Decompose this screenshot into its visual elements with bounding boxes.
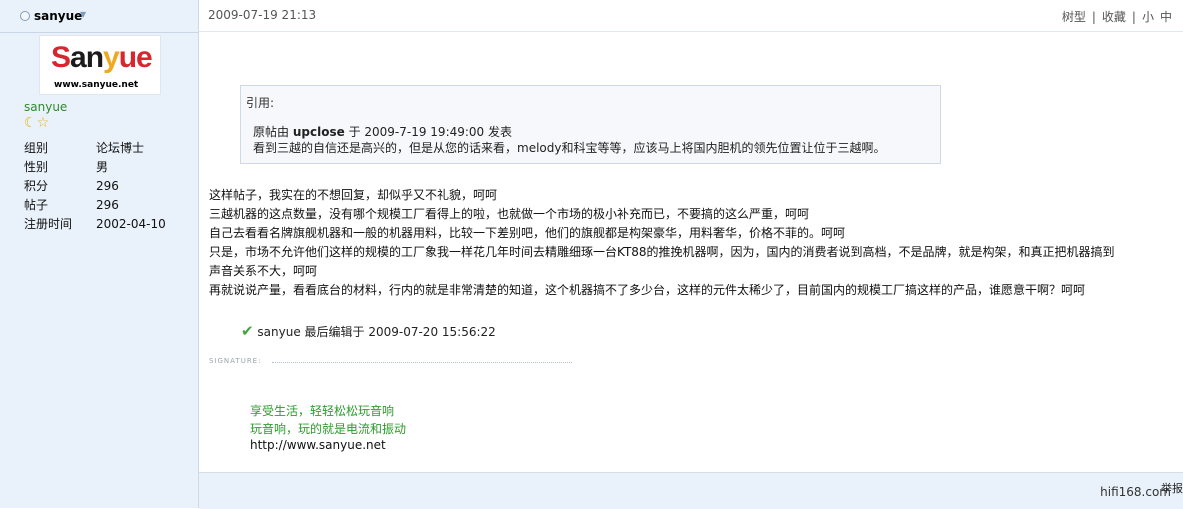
- thread-view-link[interactable]: 树型: [1059, 10, 1089, 24]
- profile-row: 性别 男: [24, 157, 194, 176]
- profile-key: 组别: [24, 141, 49, 155]
- post-paragraph: 再就说说产量，看看底台的材料，行内的就是非常清楚的知道，这个机器搞不了多少台，这…: [209, 283, 1086, 297]
- caret-down-icon[interactable]: ▼: [80, 10, 86, 19]
- quote-suffix: 于 2009-7-19 19:49:00 发表: [348, 125, 513, 139]
- separator: |: [1091, 10, 1096, 24]
- quote-user[interactable]: upclose: [293, 125, 345, 139]
- online-status-icon: [20, 11, 30, 21]
- author-bar: sanyue ▼: [0, 0, 199, 33]
- quote-prefix: 原帖由: [253, 125, 290, 139]
- profile-key: 积分: [24, 179, 49, 193]
- quote-block: 引用: 原帖由 upclose 于 2009-7-19 19:49:00 发表 …: [240, 85, 941, 164]
- post-actions: 树型 | 收藏 | 小中: [1059, 8, 1175, 25]
- favorite-link[interactable]: 收藏: [1099, 10, 1129, 24]
- author-name[interactable]: sanyue: [34, 9, 82, 23]
- edit-note: ✔ sanyue 最后编辑于 2009-07-20 15:56:22: [241, 322, 496, 340]
- profile-value: 男: [96, 160, 109, 174]
- rank-icons: ☾☆: [24, 115, 49, 131]
- post-footer: [199, 472, 1183, 509]
- profile-value: 论坛博士: [96, 141, 145, 155]
- profile-key: 帖子: [24, 198, 49, 212]
- profile-table: 组别 论坛博士 性别 男 积分 296 帖子 296 注册时间 2002-04-…: [24, 138, 194, 233]
- signature-line: 享受生活，轻轻松松玩音响: [250, 404, 395, 418]
- profile-row: 积分 296: [24, 176, 194, 195]
- profile-key: 性别: [24, 160, 49, 174]
- profile-row: 注册时间 2002-04-10: [24, 214, 194, 233]
- signature-link[interactable]: http://www.sanyue.net: [250, 438, 386, 452]
- profile-row: 组别 论坛博士: [24, 138, 194, 157]
- post-date: 2009-07-19 21:13: [208, 8, 317, 22]
- avatar: Sanyue www.sanyue.net: [39, 35, 161, 95]
- profile-value: 296: [96, 178, 119, 193]
- avatar-url: www.sanyue.net: [54, 80, 139, 90]
- rank-star-icon: ☆: [36, 115, 50, 131]
- author-sidebar: sanyue ▼ Sanyue www.sanyue.net sanyue ☾☆…: [0, 0, 199, 508]
- post-paragraph: 只是，市场不允许他们这样的规模的工厂象我一样花几年时间去精雕细琢一台KT88的推…: [209, 245, 1115, 259]
- quote-text: 看到三越的自信还是高兴的，但是从您的话来看，melody和科宝等等，应该马上将国…: [253, 141, 886, 155]
- edit-note-text: sanyue 最后编辑于 2009-07-20 15:56:22: [257, 325, 496, 339]
- signature-divider: [272, 362, 572, 363]
- quote-header: 原帖由 upclose 于 2009-7-19 19:49:00 发表: [253, 123, 512, 140]
- post-paragraph: 声音关系不大，呵呵: [209, 264, 318, 278]
- watermark: hifi168.com: [1100, 485, 1171, 499]
- separator: |: [1131, 10, 1136, 24]
- font-small-link[interactable]: 小: [1139, 10, 1157, 24]
- profile-value: 2002-04-10: [96, 216, 166, 231]
- signature-line: 玩音响，玩的就是电流和振动: [250, 422, 407, 436]
- signature-label: SIGNATURE:: [209, 357, 262, 365]
- font-medium-link[interactable]: 中: [1157, 10, 1175, 24]
- post-body: 这样帖子，我实在的不想回复，却似乎又不礼貌，呵呵 三越机器的这点数量，没有哪个规…: [209, 186, 1183, 300]
- post-paragraph: 自己去看看名牌旗舰机器和一般的机器用料，比较一下差别吧，他们的旗舰都是构架豪华，…: [209, 226, 846, 240]
- avatar-logo: Sanyue: [51, 41, 153, 74]
- profile-value: 296: [96, 197, 119, 212]
- post-paragraph: 这样帖子，我实在的不想回复，却似乎又不礼貌，呵呵: [209, 188, 498, 202]
- profile-row: 帖子 296: [24, 195, 194, 214]
- post-paragraph: 三越机器的这点数量，没有哪个规模工厂看得上的啦，也就做一个市场的极小补充而已，不…: [209, 207, 810, 221]
- quote-title: 引用:: [246, 96, 275, 110]
- check-icon: ✔: [241, 322, 254, 340]
- post-header: 2009-07-19 21:13 树型 | 收藏 | 小中: [199, 0, 1183, 32]
- author-display-name: sanyue: [24, 100, 68, 114]
- rank-moon-icon: ☾: [24, 115, 37, 131]
- profile-key: 注册时间: [24, 217, 73, 231]
